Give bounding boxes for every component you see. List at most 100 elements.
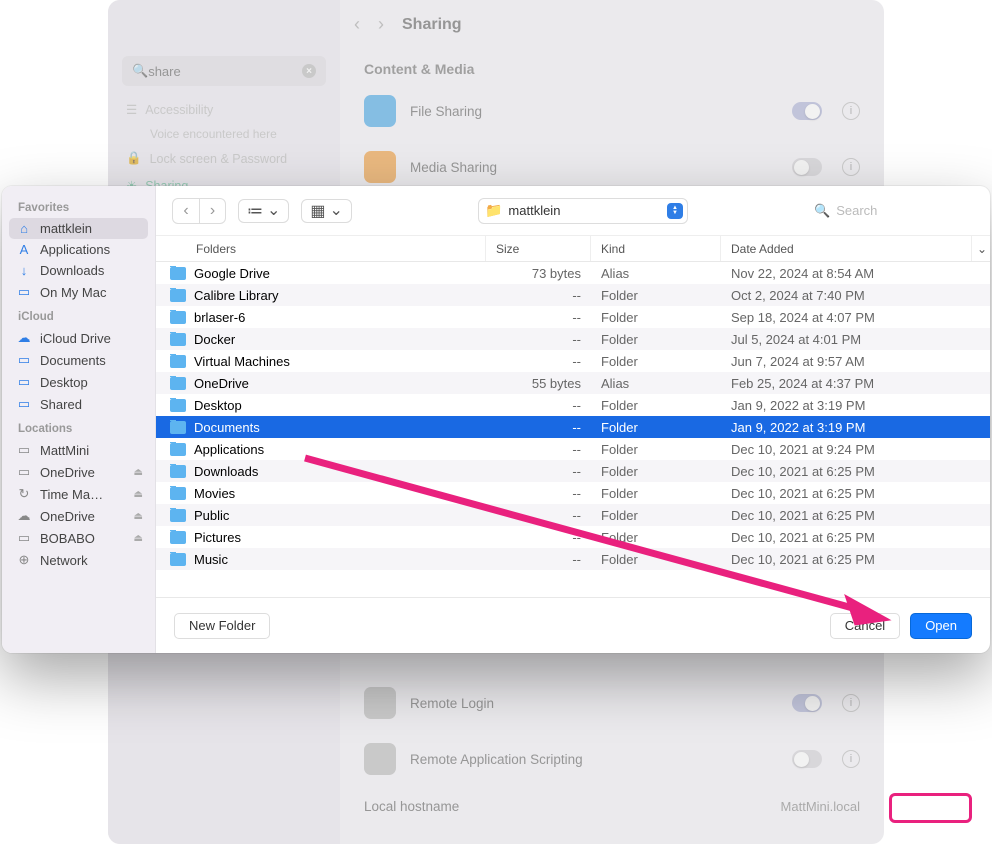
cell-kind: Folder — [591, 464, 721, 479]
toolbar: ‹ › ≔⌄ ▦⌄ 📁 mattklein ▲▼ 🔍 Search — [156, 186, 990, 236]
cell-date: Dec 10, 2021 at 6:25 PM — [721, 464, 990, 479]
sort-indicator[interactable]: ⌄ — [972, 236, 990, 261]
nav-buttons: ‹ › — [172, 198, 226, 224]
cell-name: Music — [156, 552, 486, 567]
col-kind[interactable]: Kind — [591, 236, 721, 261]
sidebar-item[interactable]: ☁iCloud Drive — [2, 327, 155, 349]
sidebar-item-label: Desktop — [40, 375, 88, 390]
cell-size: -- — [486, 332, 591, 347]
file-table: Folders Size Kind Date Added ⌄ Google Dr… — [156, 236, 990, 597]
back-nav-button[interactable]: ‹ — [173, 199, 199, 223]
cell-kind: Folder — [591, 420, 721, 435]
open-button[interactable]: Open — [910, 613, 972, 639]
table-row[interactable]: Music--FolderDec 10, 2021 at 6:25 PM — [156, 548, 990, 570]
list-view-button[interactable]: ≔⌄ — [238, 199, 289, 223]
table-row[interactable]: Movies--FolderDec 10, 2021 at 6:25 PM — [156, 482, 990, 504]
cell-size: -- — [486, 354, 591, 369]
cell-name: OneDrive — [156, 376, 486, 391]
sidebar-icon: ☁ — [16, 508, 32, 524]
table-row[interactable]: Downloads --FolderDec 10, 2021 at 6:25 PM — [156, 460, 990, 482]
cell-kind: Folder — [591, 354, 721, 369]
cell-name: brlaser-6 — [156, 310, 486, 325]
col-size[interactable]: Size — [486, 236, 591, 261]
eject-icon[interactable]: ⏏ — [134, 511, 143, 522]
cell-name: Applications — [156, 442, 486, 457]
table-row[interactable]: Desktop--FolderJan 9, 2022 at 3:19 PM — [156, 394, 990, 416]
cell-kind: Folder — [591, 508, 721, 523]
sidebar-item[interactable]: AApplications — [2, 239, 155, 260]
table-row[interactable]: Calibre Library--FolderOct 2, 2024 at 7:… — [156, 284, 990, 306]
col-name[interactable]: Folders — [156, 236, 486, 261]
col-date[interactable]: Date Added — [721, 236, 972, 261]
table-row[interactable]: Pictures--FolderDec 10, 2021 at 6:25 PM — [156, 526, 990, 548]
table-row[interactable]: Google Drive73 bytesAliasNov 22, 2024 at… — [156, 262, 990, 284]
table-row[interactable]: Docker--FolderJul 5, 2024 at 4:01 PM — [156, 328, 990, 350]
sidebar-item-label: mattklein — [40, 221, 92, 236]
folder-icon — [170, 421, 186, 434]
table-row[interactable]: OneDrive55 bytesAliasFeb 25, 2024 at 4:3… — [156, 372, 990, 394]
cell-date: Nov 22, 2024 at 8:54 AM — [721, 266, 990, 281]
sidebar-item-label: Applications — [40, 242, 110, 257]
folder-icon — [170, 311, 186, 324]
sidebar-item[interactable]: ☁OneDrive⏏ — [2, 505, 155, 527]
sidebar-icon: ▭ — [16, 530, 32, 546]
cell-size: -- — [486, 552, 591, 567]
sidebar-icon: ↻ — [16, 486, 32, 502]
cell-name: Public — [156, 508, 486, 523]
cell-name: Virtual Machines — [156, 354, 486, 369]
path-popup[interactable]: 📁 mattklein ▲▼ — [478, 198, 688, 224]
sidebar-item[interactable]: ⌂mattklein — [9, 218, 148, 239]
file-name: Docker — [194, 332, 235, 347]
sidebar-icon: ↓ — [16, 263, 32, 278]
table-row[interactable]: Applications--FolderDec 10, 2021 at 9:24… — [156, 438, 990, 460]
sidebar-item[interactable]: ▭MattMini — [2, 439, 155, 461]
cell-date: Feb 25, 2024 at 4:37 PM — [721, 376, 990, 391]
cell-size: -- — [486, 442, 591, 457]
table-row[interactable]: brlaser-6--FolderSep 18, 2024 at 4:07 PM — [156, 306, 990, 328]
table-row[interactable]: Documents--FolderJan 9, 2022 at 3:19 PM — [156, 416, 990, 438]
locations-header: Locations — [2, 415, 155, 439]
cell-size: -- — [486, 508, 591, 523]
eject-icon[interactable]: ⏏ — [134, 533, 143, 544]
folder-icon — [170, 465, 186, 478]
sidebar-item[interactable]: ▭On My Mac — [2, 281, 155, 303]
picker-sidebar: Favorites ⌂mattkleinAApplications↓Downlo… — [2, 186, 156, 653]
file-name: brlaser-6 — [194, 310, 245, 325]
sidebar-item[interactable]: ▭Shared — [2, 393, 155, 415]
search-icon: 🔍 — [814, 203, 830, 219]
sidebar-item[interactable]: ▭Documents — [2, 349, 155, 371]
sidebar-icon: ⊕ — [16, 552, 32, 568]
grid-view-button[interactable]: ▦⌄ — [301, 199, 352, 223]
cell-date: Jan 9, 2022 at 3:19 PM — [721, 398, 990, 413]
cell-size: -- — [486, 530, 591, 545]
file-picker-sheet: Favorites ⌂mattkleinAApplications↓Downlo… — [2, 186, 990, 653]
cell-name: Pictures — [156, 530, 486, 545]
sidebar-item[interactable]: ▭Desktop — [2, 371, 155, 393]
cell-date: Sep 18, 2024 at 4:07 PM — [721, 310, 990, 325]
new-folder-button[interactable]: New Folder — [174, 613, 270, 639]
file-name: Music — [194, 552, 228, 567]
cell-kind: Folder — [591, 486, 721, 501]
eject-icon[interactable]: ⏏ — [134, 489, 143, 500]
file-name: Downloads — [194, 464, 258, 479]
table-row[interactable]: Virtual Machines--FolderJun 7, 2024 at 9… — [156, 350, 990, 372]
file-name: Virtual Machines — [194, 354, 290, 369]
grid-icon: ▦ — [310, 201, 325, 221]
sidebar-item[interactable]: ▭BOBABO⏏ — [2, 527, 155, 549]
cell-size: 55 bytes — [486, 376, 591, 391]
dropdown-arrows-icon: ▲▼ — [667, 203, 683, 219]
search-input[interactable]: 🔍 Search — [814, 203, 974, 219]
sidebar-item[interactable]: ↻Time Ma…⏏ — [2, 483, 155, 505]
cell-size: -- — [486, 464, 591, 479]
sidebar-item[interactable]: ⊕Network — [2, 549, 155, 571]
cell-size: -- — [486, 420, 591, 435]
folder-icon — [170, 377, 186, 390]
table-row[interactable]: Public--FolderDec 10, 2021 at 6:25 PM — [156, 504, 990, 526]
cancel-button[interactable]: Cancel — [830, 613, 900, 639]
sidebar-item[interactable]: ▭OneDrive⏏ — [2, 461, 155, 483]
file-name: Movies — [194, 486, 235, 501]
cell-date: Jan 9, 2022 at 3:19 PM — [721, 420, 990, 435]
sidebar-item[interactable]: ↓Downloads — [2, 260, 155, 281]
forward-nav-button[interactable]: › — [199, 199, 225, 223]
eject-icon[interactable]: ⏏ — [134, 467, 143, 478]
